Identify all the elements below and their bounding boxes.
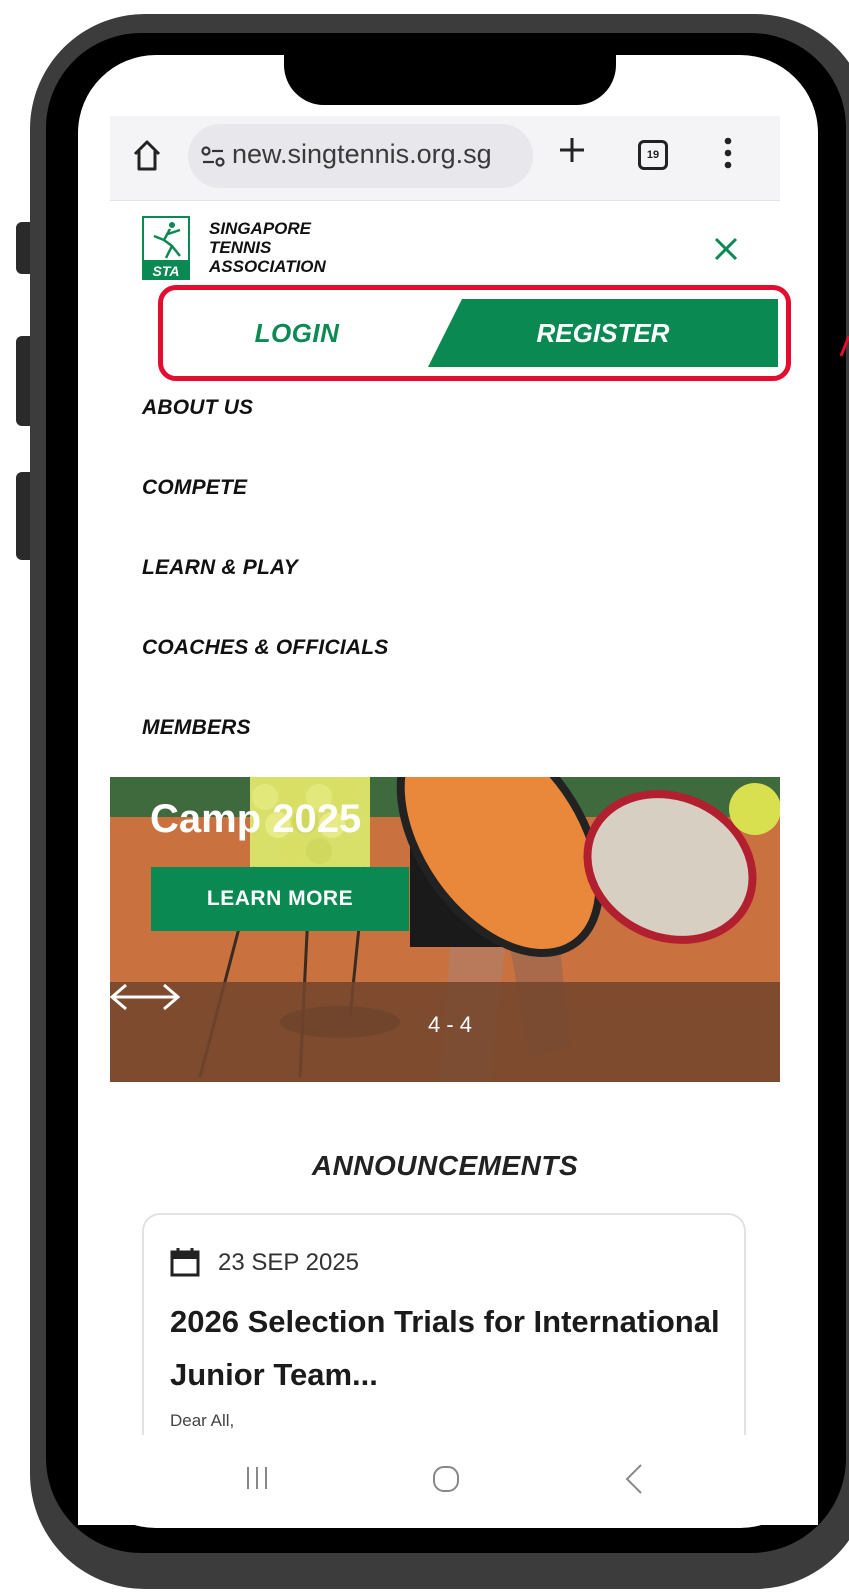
address-bar[interactable]: new.singtennis.org.sg: [188, 124, 533, 188]
logo-mark-text: STA: [153, 263, 180, 279]
system-navigation-bar: [78, 1435, 818, 1525]
browser-toolbar: new.singtennis.org.sg 19: [110, 116, 780, 201]
logo-line: TENNIS: [209, 238, 272, 257]
announcement-card[interactable]: 23 SEP 2025 2026 Selection Trials for In…: [142, 1213, 746, 1473]
site-logo-text[interactable]: SINGAPORE TENNIS ASSOCIATION: [209, 219, 326, 276]
carousel-controls: 4 - 4: [110, 982, 780, 1082]
learn-more-button[interactable]: LEARN MORE: [151, 867, 409, 931]
sta-logo-icon[interactable]: STA: [142, 216, 190, 280]
arrow-right-icon[interactable]: [110, 982, 180, 1012]
slide-indicator: 4 - 4: [427, 1012, 473, 1037]
nav-item-compete[interactable]: COMPETE: [142, 476, 247, 500]
recent-apps-icon[interactable]: [244, 1465, 270, 1491]
new-tab-icon[interactable]: [558, 136, 586, 164]
banner-title: Camp 2025: [150, 797, 362, 841]
calendar-icon: [170, 1248, 200, 1277]
logo-line: SINGAPORE: [209, 219, 312, 238]
annotation-arrow-icon: [840, 336, 849, 357]
more-vert-icon[interactable]: [722, 136, 734, 170]
back-icon[interactable]: [624, 1463, 644, 1495]
announcements-heading: ANNOUNCEMENTS: [311, 1150, 579, 1181]
announcement-date: 23 SEP 2025: [218, 1249, 360, 1276]
nav-item-learn-play[interactable]: LEARN & PLAY: [142, 556, 298, 580]
logo-line: ASSOCIATION: [209, 257, 326, 276]
nav-item-coaches-officials[interactable]: COACHES & OFFICIALS: [142, 636, 388, 660]
announcement-excerpt: Dear All,: [170, 1411, 235, 1430]
hero-banner[interactable]: Camp 2025 LEARN MORE 4 - 4: [110, 777, 780, 1082]
close-icon[interactable]: [713, 236, 739, 262]
tab-switcher-icon[interactable]: 19: [638, 140, 668, 170]
nav-item-about-us[interactable]: ABOUT US: [142, 396, 253, 420]
site-settings-icon[interactable]: [200, 144, 226, 170]
nav-item-members[interactable]: MEMBERS: [142, 716, 251, 740]
camera-notch: [284, 45, 616, 105]
highlight-box: [158, 285, 791, 381]
url-text[interactable]: new.singtennis.org.sg: [232, 139, 527, 170]
home-button-icon[interactable]: [432, 1465, 460, 1493]
home-icon[interactable]: [132, 138, 162, 174]
announcement-title[interactable]: 2026 Selection Trials for International …: [170, 1295, 730, 1401]
